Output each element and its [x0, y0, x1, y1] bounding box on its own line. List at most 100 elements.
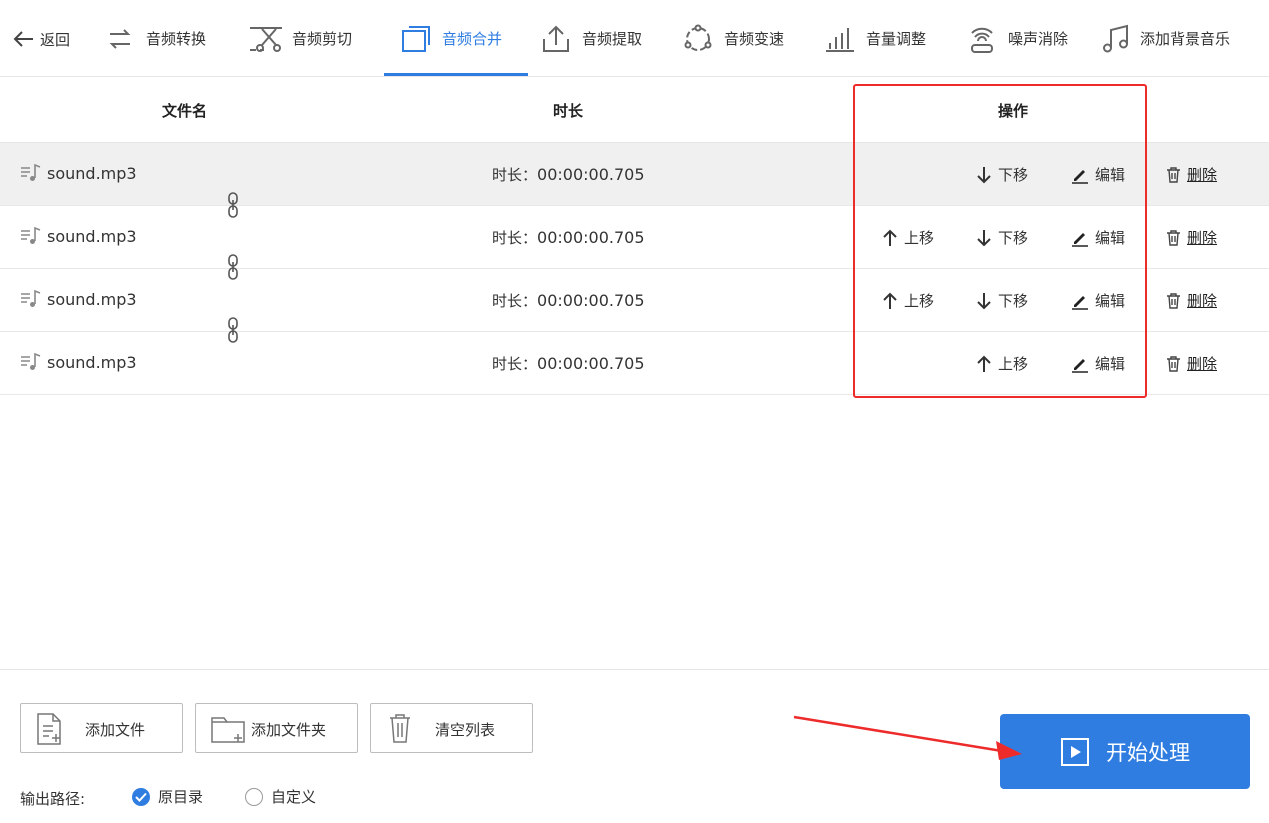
delete-button[interactable]: 删除: [1166, 227, 1217, 248]
arrow-up-icon: [883, 229, 897, 246]
chain-link-icon: [228, 317, 238, 343]
audio-file-icon: [21, 163, 41, 181]
back-button[interactable]: 返回: [12, 22, 70, 56]
move-up-button[interactable]: 上移: [976, 353, 1028, 374]
table-row[interactable]: sound.mp3 时长：00:00:00.705 上移 编辑 删除: [0, 332, 1269, 395]
tab-audio-extract[interactable]: 音频提取: [536, 0, 642, 77]
delete-button[interactable]: 删除: [1166, 164, 1217, 185]
start-processing-button[interactable]: 开始处理: [1000, 714, 1250, 789]
radio-checked-icon: [132, 787, 150, 806]
tab-audio-merge[interactable]: 音频合并: [396, 0, 502, 77]
tab-add-bgm[interactable]: 添加背景音乐: [1098, 0, 1230, 77]
duration-label: 时长：: [492, 229, 538, 247]
file-table: 文件名 时长 操作 sound.mp3 时长：00:00:00.705 下移 编…: [0, 78, 1269, 395]
clear-list-label: 清空列表: [435, 721, 496, 739]
edit-button[interactable]: 编辑: [1071, 353, 1125, 374]
arrow-down-icon: [977, 292, 991, 309]
chain-link-icon: [228, 254, 238, 280]
add-file-button[interactable]: 添加文件: [20, 703, 183, 753]
move-down-button[interactable]: 下移: [976, 290, 1028, 311]
table-row[interactable]: sound.mp3 时长：00:00:00.705 下移 编辑 删除: [0, 143, 1269, 206]
duration-cell: 时长：00:00:00.705: [492, 353, 645, 374]
arrow-up-icon: [883, 292, 897, 309]
action-label: 删除: [1187, 166, 1218, 184]
speed-circle-icon: [678, 22, 718, 56]
audio-file-icon: [21, 289, 41, 307]
tab-label: 音频剪切: [292, 30, 353, 48]
arrow-left-icon: [13, 31, 33, 47]
radio-custom-directory[interactable]: 自定义: [245, 786, 316, 807]
tab-noise-removal[interactable]: 噪声消除: [962, 0, 1068, 77]
action-label: 编辑: [1095, 355, 1126, 373]
merge-icon: [396, 22, 436, 56]
trash-icon: [1167, 166, 1180, 183]
trash-icon: [1167, 292, 1180, 309]
audio-file-icon: [21, 226, 41, 244]
action-label: 删除: [1187, 355, 1218, 373]
add-folder-label: 添加文件夹: [251, 721, 327, 739]
music-note-icon: [1098, 22, 1134, 56]
pencil-icon: [1072, 169, 1088, 184]
header-filename: 文件名: [162, 102, 208, 120]
action-label: 删除: [1187, 292, 1218, 310]
action-label: 下移: [998, 166, 1029, 184]
table-row[interactable]: sound.mp3 时长：00:00:00.705 上移 下移 编辑 删除: [0, 269, 1269, 332]
table-header: 文件名 时长 操作: [0, 78, 1269, 143]
file-name-cell: sound.mp3: [20, 163, 137, 183]
convert-arrows-icon: [100, 22, 140, 56]
delete-button[interactable]: 删除: [1166, 353, 1217, 374]
pencil-icon: [1072, 295, 1088, 310]
active-tab-indicator: [384, 73, 528, 76]
tab-label: 音频转换: [146, 30, 207, 48]
radio-original-directory[interactable]: 原目录: [132, 786, 203, 807]
edit-button[interactable]: 编辑: [1071, 290, 1125, 311]
radio-label: 自定义: [271, 788, 317, 806]
noise-wave-icon: [962, 22, 1002, 56]
trash-icon: [1167, 355, 1180, 372]
add-file-label: 添加文件: [85, 721, 146, 739]
file-name-cell: sound.mp3: [20, 352, 137, 372]
move-down-button[interactable]: 下移: [976, 164, 1028, 185]
start-label: 开始处理: [1106, 740, 1190, 765]
tab-label: 音频提取: [582, 30, 643, 48]
edit-button[interactable]: 编辑: [1071, 164, 1125, 185]
tab-audio-speed[interactable]: 音频变速: [678, 0, 784, 77]
duration-cell: 时长：00:00:00.705: [492, 164, 645, 185]
add-folder-button[interactable]: 添加文件夹: [195, 703, 358, 753]
duration-label: 时长：: [492, 166, 538, 184]
trash-icon: [390, 714, 410, 743]
action-label: 编辑: [1095, 229, 1126, 247]
action-label: 编辑: [1095, 166, 1126, 184]
duration-cell: 时长：00:00:00.705: [492, 227, 645, 248]
file-name: sound.mp3: [47, 289, 137, 309]
file-name-cell: sound.mp3: [20, 289, 137, 309]
tab-audio-cut[interactable]: 音频剪切: [246, 0, 352, 77]
tab-audio-convert[interactable]: 音频转换: [100, 0, 206, 77]
edit-button[interactable]: 编辑: [1071, 227, 1125, 248]
table-row[interactable]: sound.mp3 时长：00:00:00.705 上移 下移 编辑 删除: [0, 206, 1269, 269]
tab-label: 音量调整: [866, 30, 927, 48]
file-name: sound.mp3: [47, 163, 137, 183]
action-label: 上移: [904, 292, 935, 310]
tab-volume-adjust[interactable]: 音量调整: [820, 0, 926, 77]
duration-value: 00:00:00.705: [537, 228, 645, 247]
action-label: 下移: [998, 292, 1029, 310]
chain-link-icon: [228, 192, 238, 218]
file-name-cell: sound.mp3: [20, 226, 137, 246]
clear-list-button[interactable]: 清空列表: [370, 703, 533, 753]
arrow-down-icon: [977, 229, 991, 246]
move-up-button[interactable]: 上移: [882, 290, 934, 311]
add-folder-icon: [211, 717, 245, 743]
bottom-divider: [0, 669, 1269, 670]
action-label: 编辑: [1095, 292, 1126, 310]
delete-button[interactable]: 删除: [1166, 290, 1217, 311]
duration-value: 00:00:00.705: [537, 291, 645, 310]
duration-value: 00:00:00.705: [537, 165, 645, 184]
arrow-down-icon: [977, 166, 991, 183]
duration-label: 时长：: [492, 355, 538, 373]
upload-extract-icon: [536, 22, 576, 56]
action-label: 下移: [998, 229, 1029, 247]
move-down-button[interactable]: 下移: [976, 227, 1028, 248]
tab-label: 音频合并: [442, 30, 503, 48]
move-up-button[interactable]: 上移: [882, 227, 934, 248]
